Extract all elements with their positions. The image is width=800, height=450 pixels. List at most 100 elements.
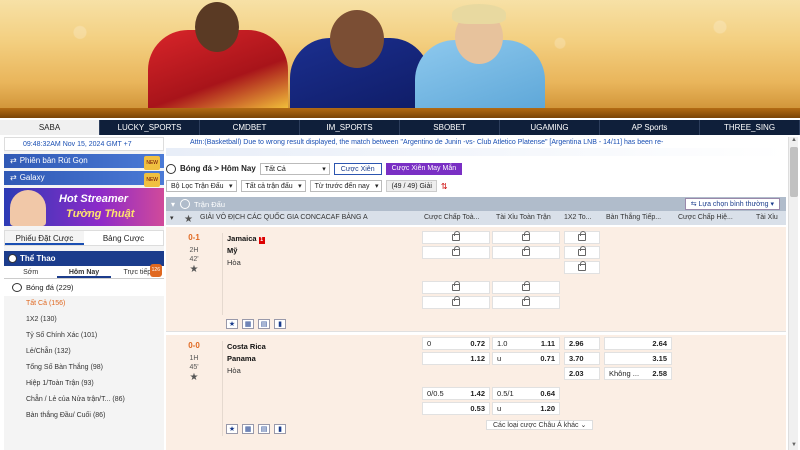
parlay-button[interactable]: Cược Xiên (333, 162, 382, 175)
market-item[interactable]: Bàn thắng Đầu/ Cuối (86) (4, 408, 164, 424)
collapse-icon[interactable]: ▾ (166, 200, 180, 209)
odds-value: 1.20 (540, 404, 555, 413)
tab-ap-sports[interactable]: AP Sports (600, 120, 700, 135)
odds-cell[interactable]: 2.03 (564, 367, 600, 380)
odds-cell[interactable]: 1.12 (422, 352, 490, 365)
draw-label: Hòa (227, 258, 241, 267)
match-filter-select[interactable]: Tất cả trận đấu (240, 180, 306, 192)
scroll-down-icon[interactable]: ▼ (789, 442, 799, 450)
market-count: (130) (40, 316, 57, 323)
odds-value: 1.12 (470, 354, 485, 363)
sort-icon[interactable]: ⇅ (441, 182, 448, 191)
market-item[interactable]: Tỷ Số Chính Xác (101) (4, 328, 164, 344)
stats-icon[interactable]: ▮ (274, 424, 286, 434)
tab-three-sing[interactable]: THREE_SING (700, 120, 800, 135)
flag-icon[interactable]: ▦ (242, 319, 254, 329)
market-item[interactable]: 1X2 (130) (4, 312, 164, 328)
tab-early[interactable]: Sớm (4, 266, 57, 278)
compact-version-button[interactable]: ⇄ Phiên bản Rút Gọn NEW (4, 154, 164, 170)
market-item[interactable]: Lẻ/Chẵn (132) (4, 344, 164, 360)
market-label: Tỷ Số Chính Xác (26, 332, 79, 339)
favorite-star-icon[interactable]: ★ (166, 264, 222, 275)
minute: 45' (189, 364, 199, 371)
market-label: Chẵn / Lẻ của Nửa trận/T... (26, 396, 111, 403)
odds-cell[interactable]: 0/0.5 1.42 (422, 387, 490, 400)
lock-icon (452, 246, 460, 256)
flag-icon[interactable]: ▦ (242, 424, 254, 434)
scroll-thumb[interactable] (790, 147, 798, 197)
market-count: (101) (80, 332, 98, 339)
market-item[interactable]: Chẵn / Lẻ của Nửa trận/T... (86) (4, 392, 164, 408)
player-head-center (330, 10, 384, 68)
scrollbar[interactable]: ▲ ▼ (788, 137, 798, 450)
market-count: (156) (48, 300, 66, 307)
stats-icon[interactable]: ▮ (274, 319, 286, 329)
flag-icon[interactable]: ▤ (258, 319, 270, 329)
scroll-up-icon[interactable]: ▲ (789, 137, 799, 145)
odds-value: 2.58 (652, 369, 667, 378)
galaxy-button[interactable]: ⇄ Galaxy NEW (4, 171, 164, 187)
collapse-icon[interactable]: ▾ (170, 214, 174, 222)
tab-ugaming[interactable]: UGAMING (500, 120, 600, 135)
away-team: Panama (227, 354, 256, 363)
lucky-parlay-button[interactable]: Cược Xiên May Mắn (385, 162, 463, 175)
lock-icon (452, 231, 460, 241)
promo-subtitle: Tường Thuật (66, 208, 135, 220)
league-filter-select[interactable]: Bộ Lọc Trận Đấu (166, 180, 237, 192)
star-tool-icon[interactable]: ★ (226, 319, 238, 329)
tab-live[interactable]: Trực tiếp 126 (111, 264, 164, 278)
live-count-badge: 126 (149, 264, 162, 277)
market-item[interactable]: Tất Cả (156) (4, 296, 164, 312)
col-1x2: 1X2 To... (564, 214, 592, 221)
odds-cell[interactable]: 1.0 1.11 (492, 337, 560, 350)
odds-cell[interactable]: 0 0.72 (422, 337, 490, 350)
odds-cell[interactable]: 0.5/1 0.64 (492, 387, 560, 400)
odds-locked (422, 231, 490, 244)
odds-cell[interactable]: 2.64 (604, 337, 672, 350)
odds-line: 0 (427, 339, 432, 348)
sport-name: Bóng đá (26, 283, 54, 292)
tab-sbobet[interactable]: SBOBET (400, 120, 500, 135)
sport-soccer[interactable]: Bóng đá (229) (4, 279, 164, 296)
star-tool-icon[interactable]: ★ (226, 424, 238, 434)
tab-lucky-sports[interactable]: LUCKY_SPORTS (100, 120, 200, 135)
odds-cell[interactable]: 0.53 (422, 402, 490, 415)
tab-today[interactable]: Hôm Nay (57, 266, 111, 278)
odds-cell[interactable]: u 1.20 (492, 402, 560, 415)
tab-im-sports[interactable]: IM_SPORTS (300, 120, 400, 135)
filter-all-select[interactable]: Tất Cả (259, 162, 330, 175)
odds-locked (422, 296, 490, 309)
live-score: 0-1 (188, 233, 200, 242)
announcement-ticker[interactable]: Attn:(Basketball) Due to wrong result di… (166, 137, 786, 148)
match-row: 0-0 1H 45' ★ Costa Rica Panama Hòa 0 0.72… (166, 335, 786, 450)
minute: 42' (189, 256, 199, 263)
match-time: 0-0 1H 45' ★ (166, 341, 222, 383)
odds-view-select[interactable]: ⇆ Lựa chọn bình thường ▾ (684, 198, 780, 210)
odds-cell[interactable]: 3.15 (604, 352, 672, 365)
streamer-promo-banner[interactable]: Hot Streamer Tường Thuật (4, 188, 164, 226)
market-item[interactable]: Tổng Số Bàn Thắng (98) (4, 360, 164, 376)
match-tools: ★ ▦ ▤ ▮ (226, 424, 286, 434)
market-item[interactable]: Hiệp 1/Toàn Trận (93) (4, 376, 164, 392)
odds-value: 1.42 (470, 389, 485, 398)
favorite-star-icon[interactable]: ★ (184, 214, 193, 225)
clock: 09:48:32AM Nov 15, 2024 GMT +7 (4, 137, 164, 151)
match-row: 0-1 2H 42' ★ Jamaica 1 Mỹ Hòa ★ ▦ ▤ ▮ (166, 227, 786, 332)
tab-cmdbet[interactable]: CMDBET (200, 120, 300, 135)
tab-bet-list[interactable]: Bảng Cược (84, 231, 163, 245)
more-asian-markets-button[interactable]: Các loại cược Châu Á khác ⌄ (486, 420, 594, 430)
odds-line: 0/0.5 (427, 389, 444, 398)
odds-cell[interactable]: 3.70 (564, 352, 600, 365)
tab-betslip[interactable]: Phiếu Đặt Cược (5, 231, 84, 245)
time-filter-select[interactable]: Từ trước đến nay (309, 180, 383, 192)
odds-cell[interactable]: Không ... 2.58 (604, 367, 672, 380)
market-label: 1X2 (26, 316, 39, 323)
favorite-star-icon[interactable]: ★ (166, 372, 222, 383)
tab-saba[interactable]: SABA (0, 120, 100, 135)
galaxy-label: Galaxy (19, 173, 45, 182)
flag-icon[interactable]: ▤ (258, 424, 270, 434)
col-over-under: Tài Xỉu Toàn Trận (496, 214, 551, 221)
odds-locked (422, 281, 490, 294)
odds-cell[interactable]: 2.96 (564, 337, 600, 350)
odds-cell[interactable]: u 0.71 (492, 352, 560, 365)
